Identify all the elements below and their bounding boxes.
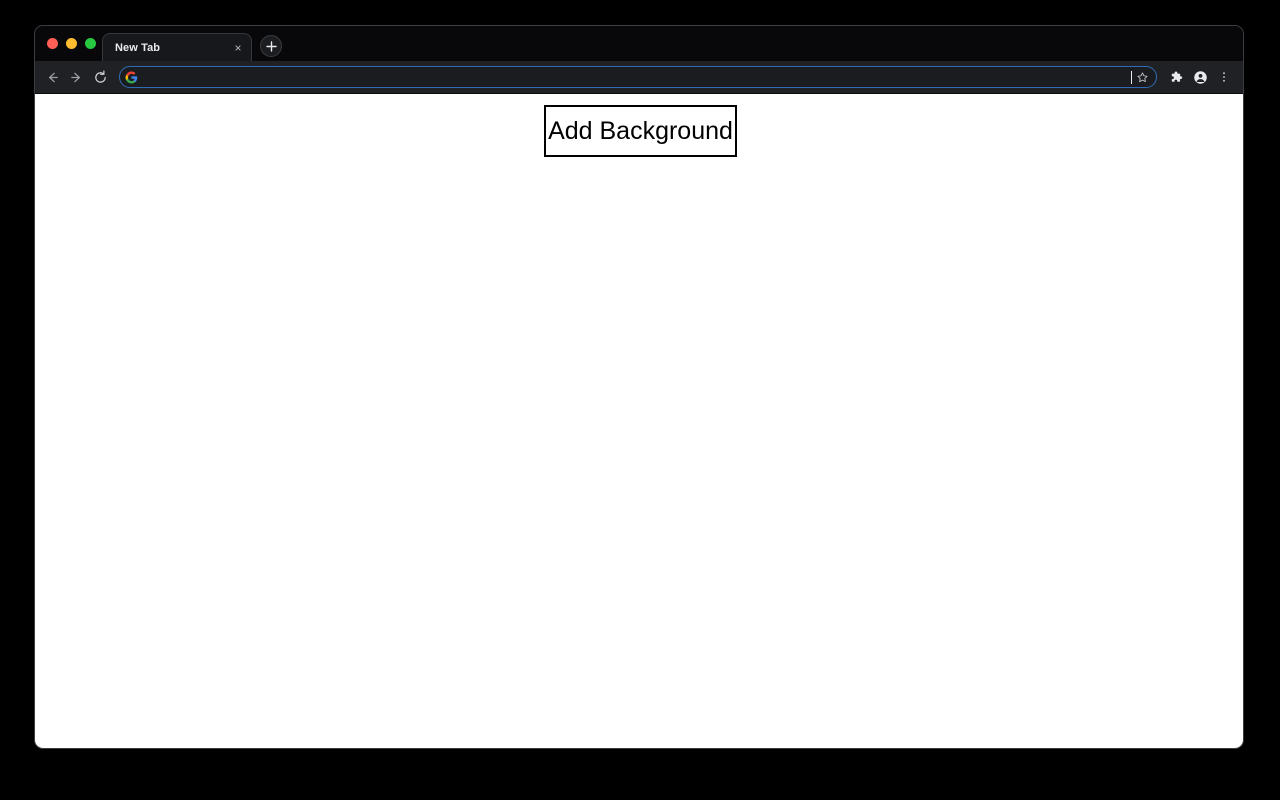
address-bar[interactable] [119, 66, 1157, 88]
reload-icon [94, 70, 106, 83]
tab-strip: New Tab × [35, 26, 1243, 61]
forward-button[interactable] [65, 66, 87, 88]
chrome-menu-button[interactable] [1213, 66, 1235, 88]
add-background-label: Add Background [548, 116, 733, 145]
tab-title: New Tab [115, 41, 161, 54]
star-icon [1136, 71, 1148, 82]
account-circle-icon [1193, 70, 1207, 84]
new-tab-button[interactable] [260, 35, 282, 57]
browser-window: New Tab × Add Background [34, 25, 1244, 749]
google-g-icon [123, 69, 140, 86]
bookmark-star-icon[interactable] [1132, 67, 1152, 87]
address-bar-input[interactable] [143, 67, 1131, 87]
tab-list: New Tab × [102, 26, 252, 61]
three-dots-vertical-icon [1223, 72, 1225, 82]
reload-button[interactable] [89, 66, 111, 88]
browser-toolbar [35, 61, 1243, 93]
extensions-button[interactable] [1165, 66, 1187, 88]
tab-close-icon[interactable]: × [229, 39, 247, 57]
arrow-right-icon [70, 72, 80, 82]
window-minimize-button[interactable] [66, 38, 77, 49]
back-button[interactable] [41, 66, 63, 88]
window-close-button[interactable] [47, 38, 58, 49]
page-viewport: Add Background [35, 94, 1243, 748]
puzzle-piece-icon [1171, 71, 1183, 82]
arrow-left-icon [48, 72, 58, 82]
window-traffic-lights [43, 26, 102, 61]
plus-icon [265, 40, 277, 52]
profile-button[interactable] [1189, 66, 1211, 88]
add-background-button[interactable]: Add Background [544, 105, 737, 157]
window-maximize-button[interactable] [85, 38, 96, 49]
tab-new-tab[interactable]: New Tab × [102, 33, 252, 61]
